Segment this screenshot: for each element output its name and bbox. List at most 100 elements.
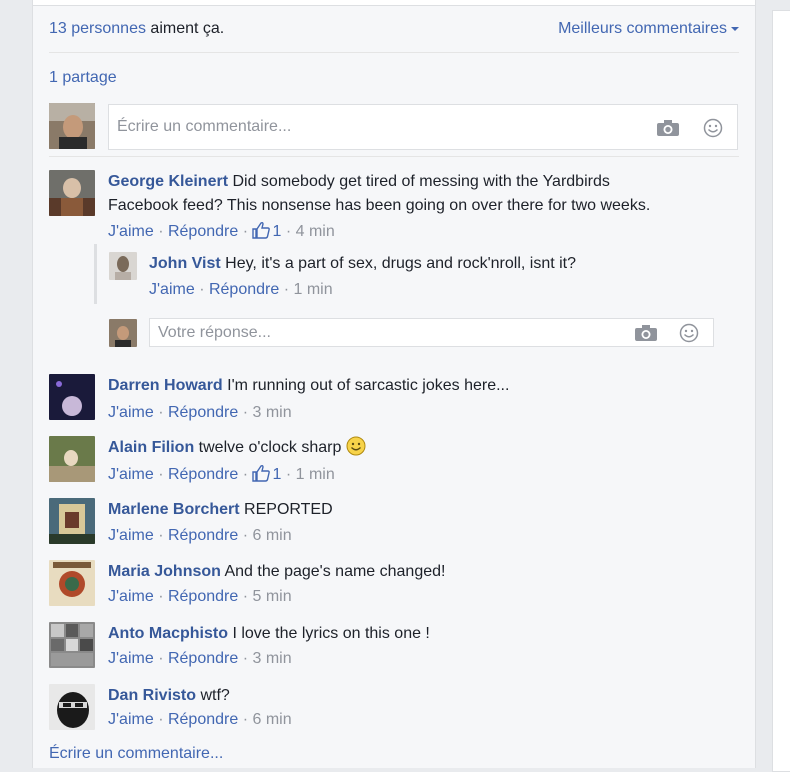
like-link[interactable]: J'aime (108, 588, 154, 605)
likes-summary: 13 personnes aiment ça. (49, 20, 224, 38)
like-link[interactable]: J'aime (108, 223, 154, 240)
user-photo (109, 252, 137, 280)
like-link[interactable]: J'aime (149, 281, 195, 298)
like-link[interactable]: J'aime (108, 711, 154, 728)
reply-author[interactable]: John Vist (149, 255, 221, 272)
comment-time[interactable]: 4 min (296, 223, 335, 240)
comment-author[interactable]: Anto Macphisto (108, 625, 228, 642)
comment-text: wtf? (196, 687, 230, 704)
reply-link[interactable]: Répondre (209, 281, 279, 298)
comment-time[interactable]: 5 min (252, 588, 291, 605)
comment-text: Did somebody get tired of messing with t… (228, 173, 610, 190)
reply-link[interactable]: Répondre (168, 527, 238, 544)
like-count-value: 1 (272, 466, 282, 483)
comment-time[interactable]: 3 min (252, 650, 291, 667)
user-photo (49, 560, 95, 606)
smiley-icon[interactable] (679, 323, 699, 343)
separator: · (285, 466, 292, 483)
reply-placeholder: Votre réponse... (158, 324, 271, 341)
comment-time[interactable]: 3 min (252, 404, 291, 421)
comment-time[interactable]: 1 min (296, 466, 335, 483)
reply-link[interactable]: Répondre (168, 650, 238, 667)
avatar[interactable] (49, 374, 95, 420)
reply-time[interactable]: 1 min (293, 281, 332, 298)
comment-actions: J'aime · Répondre · 6 min (108, 710, 292, 730)
comment-actions: J'aime · Répondre · 3 min (108, 649, 292, 669)
avatar[interactable] (49, 170, 95, 216)
shares-link[interactable]: 1 partage (49, 69, 117, 87)
user-photo (109, 319, 137, 347)
reply-link[interactable]: Répondre (168, 223, 238, 240)
comment-actions: J'aime · Répondre · 1 · 4 min (108, 221, 335, 242)
divider (49, 52, 739, 53)
separator: · (242, 650, 249, 667)
avatar[interactable] (49, 560, 95, 606)
avatar[interactable] (109, 252, 137, 280)
separator: · (242, 711, 249, 728)
comment-author[interactable]: Dan Rivisto (108, 687, 196, 704)
comment-author[interactable]: Alain Filion (108, 439, 194, 456)
comment-time[interactable]: 6 min (252, 711, 291, 728)
comment-body: Anto Macphisto I love the lyrics on this… (108, 622, 430, 646)
separator: · (158, 527, 164, 544)
reply-body: John Vist Hey, it's a part of sex, drugs… (149, 252, 576, 276)
comment-author[interactable]: George Kleinert (108, 173, 228, 190)
separator: · (158, 466, 164, 483)
avatar[interactable] (109, 319, 137, 347)
like-link[interactable]: J'aime (108, 466, 154, 483)
reply-link[interactable]: Répondre (168, 588, 238, 605)
comment-body: Marlene Borchert REPORTED (108, 498, 333, 522)
reply-input[interactable]: Votre réponse... (149, 318, 714, 347)
avatar[interactable] (49, 622, 95, 668)
smiley-icon[interactable] (703, 118, 723, 138)
separator: · (242, 527, 249, 544)
write-comment-link[interactable]: Écrire un commentaire... (49, 745, 223, 763)
like-count[interactable]: 1 (252, 221, 285, 240)
camera-icon[interactable] (635, 325, 657, 341)
reply-link[interactable]: Répondre (168, 711, 238, 728)
like-link[interactable]: J'aime (108, 650, 154, 667)
comment-author[interactable]: Marlene Borchert (108, 501, 240, 518)
panel-top-edge (33, 0, 755, 6)
likes-count-link[interactable]: 13 personnes (49, 20, 146, 37)
comment-body: Darren Howard I'm running out of sarcast… (108, 374, 509, 398)
separator: · (242, 404, 249, 421)
comment-body: George Kleinert Did somebody get tired o… (108, 170, 738, 218)
comment-input[interactable]: Écrire un commentaire... (108, 104, 738, 150)
like-link[interactable]: J'aime (108, 404, 154, 421)
separator: · (242, 223, 249, 240)
avatar[interactable] (49, 103, 95, 149)
comment-text-continued: Facebook feed? This nonsense has been go… (108, 197, 651, 214)
reply-thread-line (94, 244, 97, 304)
sort-label: Meilleurs commentaires (558, 20, 727, 37)
separator: · (283, 281, 290, 298)
user-photo (49, 436, 95, 482)
comments-panel: 13 personnes aiment ça. Meilleurs commen… (32, 0, 756, 768)
comment-author[interactable]: Darren Howard (108, 377, 223, 394)
like-link[interactable]: J'aime (108, 527, 154, 544)
comment-actions: J'aime · Répondre · 1 · 1 min (108, 464, 335, 485)
comment-author[interactable]: Maria Johnson (108, 563, 221, 580)
smiley-emoji-icon (346, 436, 366, 456)
comment-body: Maria Johnson And the page's name change… (108, 560, 445, 584)
divider (49, 156, 739, 157)
reply-link[interactable]: Répondre (168, 466, 238, 483)
reply-text: Hey, it's a part of sex, drugs and rock'… (220, 255, 577, 272)
comment-actions: J'aime · Répondre · 5 min (108, 587, 292, 607)
right-column (772, 10, 790, 772)
separator: · (285, 223, 292, 240)
avatar[interactable] (49, 498, 95, 544)
comment-body: Dan Rivisto wtf? (108, 684, 230, 708)
comment-time[interactable]: 6 min (252, 527, 291, 544)
likes-suffix: aiment ça. (145, 20, 225, 37)
camera-icon[interactable] (657, 120, 679, 136)
like-count[interactable]: 1 (252, 464, 285, 483)
avatar[interactable] (49, 684, 95, 730)
avatar[interactable] (49, 436, 95, 482)
comment-text: REPORTED (239, 501, 333, 518)
sort-dropdown[interactable]: Meilleurs commentaires (558, 20, 739, 38)
separator: · (242, 466, 249, 483)
thumbs-up-icon (252, 464, 271, 482)
separator: · (158, 711, 164, 728)
reply-link[interactable]: Répondre (168, 404, 238, 421)
